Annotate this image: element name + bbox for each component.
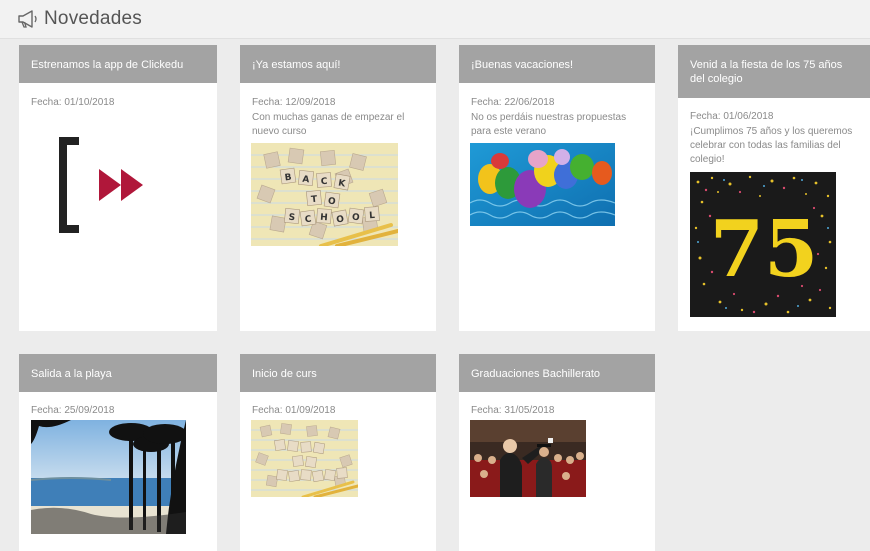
- graduation-image: [470, 420, 586, 497]
- news-card-date: Fecha: 01/10/2018: [31, 97, 115, 108]
- page-title: Novedades: [44, 8, 142, 29]
- news-card-date: Fecha: 12/09/2018: [252, 97, 336, 108]
- news-card-date: Fecha: 01/06/2018: [690, 111, 774, 122]
- pool-balloons-image: [470, 143, 615, 226]
- beach-image: [31, 420, 186, 534]
- tile-letter: S: [288, 213, 295, 224]
- news-card-title: Estrenamos la app de Clickedu: [19, 45, 217, 83]
- news-card-date: Fecha: 25/09/2018: [31, 405, 115, 416]
- news-card-title: ¡Ya estamos aquí!: [240, 45, 436, 83]
- news-card-title: Salida a la playa: [19, 354, 217, 392]
- news-page: Novedades Estrenamos la app de Clickedu …: [0, 0, 870, 551]
- news-card-date: Fecha: 01/09/2018: [252, 405, 336, 416]
- clickedu-logo: [59, 137, 149, 233]
- news-card-description: Con muchas ganas de empezar el nuevo cur…: [252, 112, 405, 137]
- tile-letter: A: [302, 175, 310, 186]
- news-card[interactable]: Graduaciones Bachillerato Fecha: 31/05/2…: [459, 354, 655, 551]
- news-card-title: Inicio de curs: [240, 354, 436, 392]
- news-card-description: ¡Cumplimos 75 años y los queremos celebr…: [690, 126, 853, 165]
- news-card-date: Fecha: 22/06/2018: [471, 97, 555, 108]
- news-card[interactable]: Salida a la playa Fecha: 25/09/2018: [19, 354, 217, 551]
- tile-letter: H: [320, 213, 328, 224]
- section-header: Novedades: [0, 0, 870, 39]
- news-card-title: ¡Buenas vacaciones!: [459, 45, 655, 83]
- tile-letter: L: [369, 211, 376, 221]
- news-card-description: No os perdáis nuestras propuestas para e…: [471, 112, 627, 137]
- news-card[interactable]: Inicio de curs Fecha: 01/09/2018: [240, 354, 436, 551]
- anniversary-75-image: 75: [690, 172, 836, 317]
- news-card-date: Fecha: 31/05/2018: [471, 405, 555, 416]
- megaphone-icon: [18, 10, 37, 28]
- back-to-school-image: [251, 420, 358, 497]
- news-card-title: Venid a la fiesta de los 75 años del col…: [678, 45, 870, 98]
- news-card-title: Graduaciones Bachillerato: [459, 354, 655, 392]
- tile-letter: C: [320, 177, 328, 187]
- news-card[interactable]: Venid a la fiesta de los 75 años del col…: [678, 45, 870, 331]
- back-to-school-image: B A C K T O S C H O O L: [251, 143, 398, 246]
- news-card[interactable]: Estrenamos la app de Clickedu Fecha: 01/…: [19, 45, 217, 331]
- news-card[interactable]: ¡Buenas vacaciones! Fecha: 22/06/2018 No…: [459, 45, 655, 331]
- news-card[interactable]: ¡Ya estamos aquí! Fecha: 12/09/2018 Con …: [240, 45, 436, 331]
- anniversary-number: 75: [710, 204, 819, 295]
